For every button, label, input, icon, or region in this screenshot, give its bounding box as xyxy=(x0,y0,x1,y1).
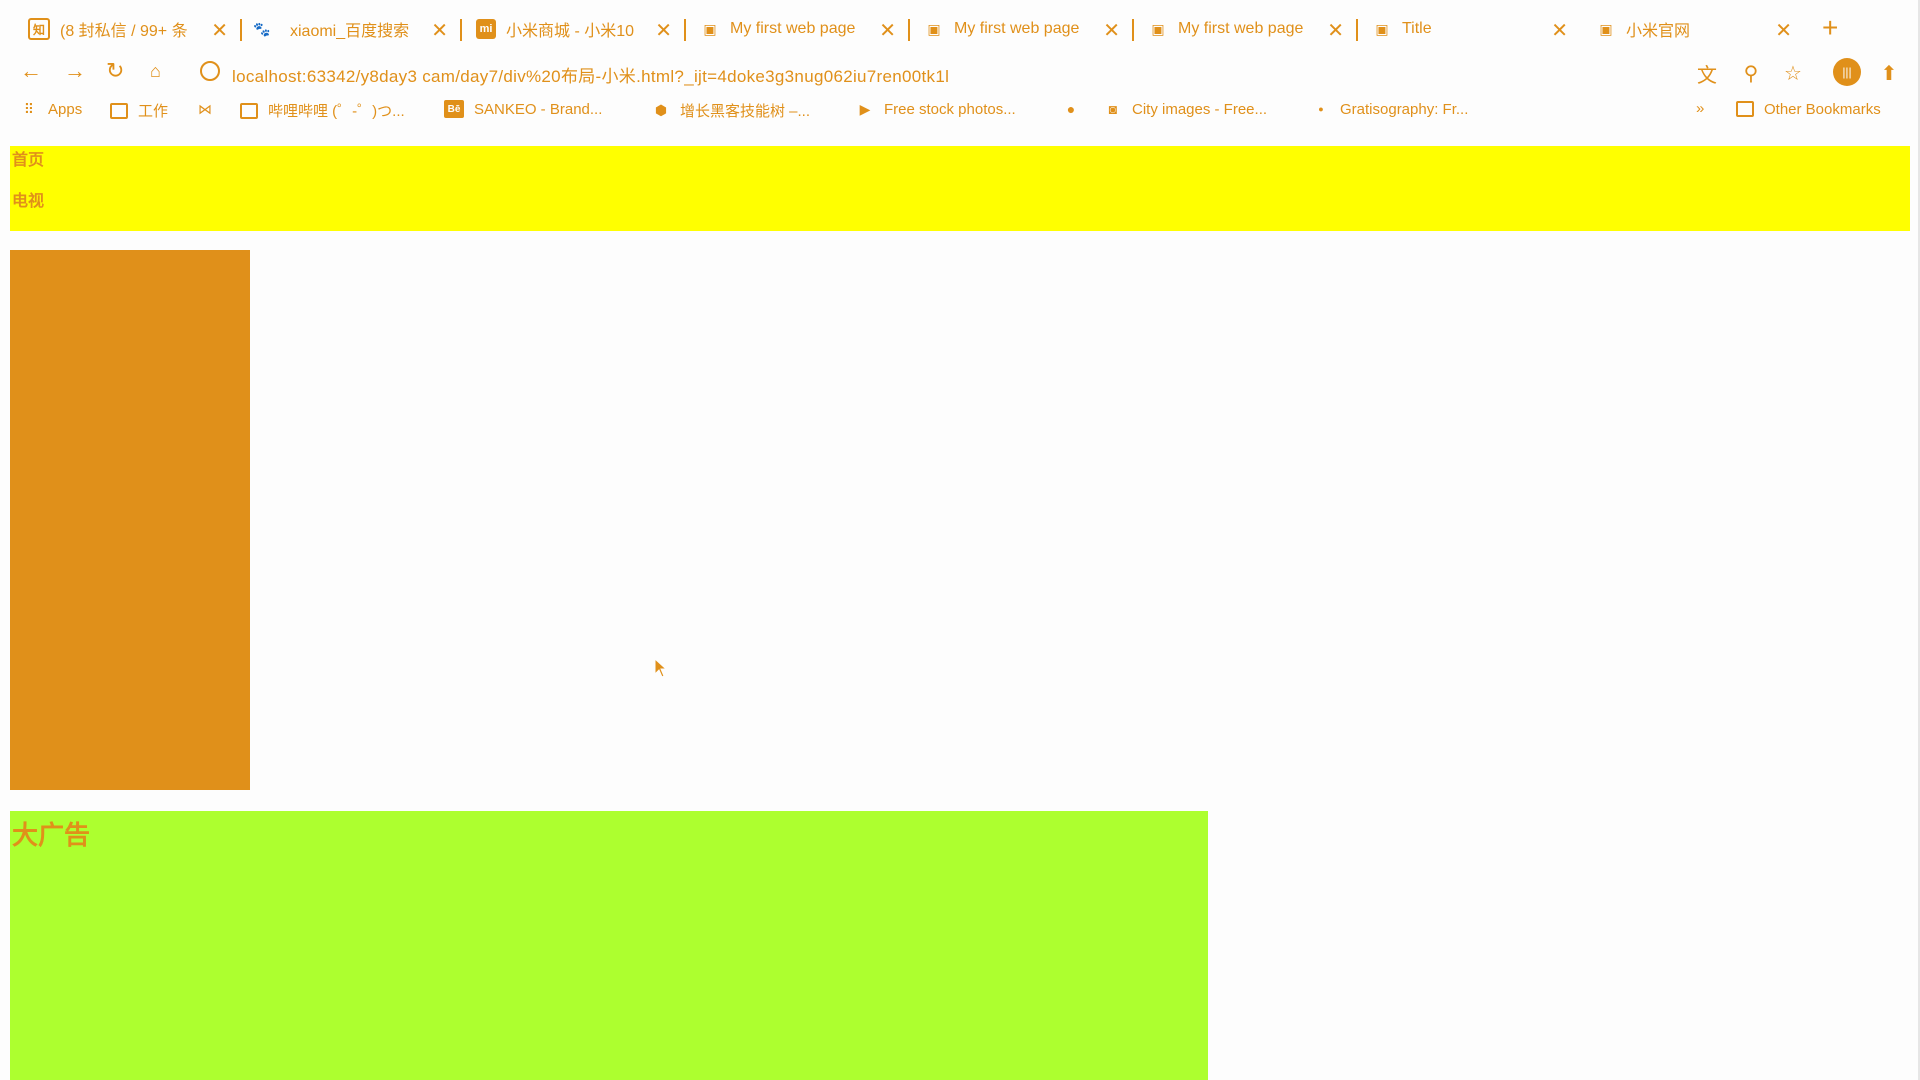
tab-divider xyxy=(1356,19,1358,41)
bookmark-label: Free stock photos... xyxy=(884,100,1016,118)
bookmark-globe[interactable]: ● xyxy=(1062,100,1090,118)
tab-my-first-web-page-2[interactable]: ▣ My first web page ✕ xyxy=(924,10,1134,48)
big-ad-title: 大广告 xyxy=(12,821,91,851)
site-info-icon[interactable] xyxy=(200,61,220,81)
bookmark-label: Other Bookmarks xyxy=(1764,100,1881,118)
nav-link-home[interactable]: 首页 xyxy=(12,150,44,170)
forward-icon[interactable]: → xyxy=(64,58,86,84)
tab-mi-store[interactable]: mi 小米商城 - 小米10 ✕ xyxy=(476,10,686,48)
bookmark-sankeo[interactable]: Bē SANKEO - Brand... xyxy=(444,100,602,118)
close-icon[interactable]: ✕ xyxy=(1103,18,1120,43)
bookmark-label: 哔哩哔哩 (゜-゜)つ... xyxy=(268,103,405,120)
page-icon: ▣ xyxy=(1599,20,1613,37)
tab-label: (8 封私信 / 99+ 条 xyxy=(60,23,188,40)
new-tab-button[interactable]: + xyxy=(1822,14,1838,42)
tab-my-first-web-page-3[interactable]: ▣ My first web page ✕ xyxy=(1148,10,1358,48)
page-icon: ▣ xyxy=(703,20,717,37)
bookmark-label: 增长黑客技能树 –... xyxy=(680,103,811,120)
profile-avatar-icon[interactable]: ||| xyxy=(1833,58,1861,86)
tab-strip: 知 (8 封私信 / 99+ 条 ✕ 🐾 xiaomi_百度搜索 ✕ mi 小米… xyxy=(0,0,1920,58)
close-icon[interactable]: ✕ xyxy=(211,18,228,43)
bookmark-free-stock-photos[interactable]: ▶ Free stock photos... xyxy=(856,100,1016,118)
bookmark-label: SANKEO - Brand... xyxy=(474,100,603,118)
tab-baidu[interactable]: 🐾 xiaomi_百度搜索 ✕ xyxy=(252,10,462,48)
play-box-icon: ▶ xyxy=(859,100,871,117)
globe-icon: ● xyxy=(1066,101,1076,117)
bookmark-bilibili[interactable]: 哔哩哔哩 (゜-゜)つ... xyxy=(240,100,405,121)
folder-icon xyxy=(1736,100,1754,118)
big-ad-block: 大广告 xyxy=(10,811,1208,1080)
hexagon-icon: ⬢ xyxy=(654,102,668,118)
bilibili-icon xyxy=(240,102,258,120)
tab-label: My first web page xyxy=(1178,20,1304,37)
behance-icon: Bē xyxy=(444,100,464,118)
bookmark-city-images[interactable]: ◙ City images - Free... xyxy=(1104,100,1267,118)
other-bookmarks[interactable]: Other Bookmarks xyxy=(1736,100,1881,118)
bookmark-apps[interactable]: ⠿ Apps xyxy=(20,100,82,118)
close-icon[interactable]: ✕ xyxy=(879,18,896,43)
reload-icon[interactable]: ↻ xyxy=(106,58,124,84)
tab-label: 小米商城 - 小米10 xyxy=(506,23,635,40)
back-icon[interactable]: ← xyxy=(20,58,42,84)
top-nav-bar: 首页 电视 xyxy=(10,146,1910,231)
page-icon: ▣ xyxy=(1151,20,1165,37)
bookmark-bowtie[interactable]: ⋈ xyxy=(196,100,224,118)
camera-icon: ◙ xyxy=(1108,101,1118,117)
tab-title[interactable]: ▣ Title ✕ xyxy=(1372,10,1568,48)
bookmarks-bar: ⠿ Apps 工作 ⋈ 哔哩哔哩 (゜-゜)つ... Bē SANKEO - B… xyxy=(0,98,1920,126)
tab-divider xyxy=(1132,19,1134,41)
address-bar[interactable]: localhost:63342/y8day3 cam/day7/div%20布局… xyxy=(232,62,949,87)
zoom-icon[interactable]: ⚲ xyxy=(1738,60,1764,86)
tab-label: My first web page xyxy=(730,20,856,37)
tab-divider xyxy=(240,19,242,41)
tab-divider xyxy=(460,19,462,41)
bookmark-work-folder[interactable]: 工作 xyxy=(110,100,168,121)
tab-xiaomi-official[interactable]: ▣ 小米官网 ✕ xyxy=(1596,10,1792,48)
zhihu-icon: 知 xyxy=(28,18,50,40)
tab-zhihu[interactable]: 知 (8 封私信 / 99+ 条 ✕ xyxy=(28,10,242,48)
tab-divider xyxy=(908,19,910,41)
bookmark-star-icon[interactable]: ☆ xyxy=(1780,60,1806,86)
apps-grid-icon: ⠿ xyxy=(23,100,35,117)
overflow-chevron-icon: » xyxy=(1696,100,1705,117)
bookmark-label: Apps xyxy=(48,100,83,118)
tab-label: 小米官网 xyxy=(1626,23,1691,40)
baidu-paw-icon: 🐾 xyxy=(253,20,271,37)
folder-icon xyxy=(110,102,128,120)
bookmark-growth-hacker[interactable]: ⬢ 增长黑客技能树 –... xyxy=(652,100,810,121)
close-icon[interactable]: ✕ xyxy=(1551,18,1568,43)
tab-my-first-web-page-1[interactable]: ▣ My first web page ✕ xyxy=(700,10,910,48)
page-icon: ▣ xyxy=(1375,20,1389,37)
translate-icon[interactable]: 文 xyxy=(1694,60,1720,87)
bookmark-gratisography[interactable]: ● Gratisography: Fr... xyxy=(1312,100,1468,118)
update-icon[interactable]: ⬆ xyxy=(1876,60,1902,86)
close-icon[interactable]: ✕ xyxy=(655,18,672,43)
tab-label: My first web page xyxy=(954,20,1080,37)
browser-toolbar: ← → ↻ ⌂ localhost:63342/y8day3 cam/day7/… xyxy=(0,54,1920,92)
nav-link-tv[interactable]: 电视 xyxy=(12,191,44,211)
sidebar-block xyxy=(10,250,250,790)
bookmark-label: Gratisography: Fr... xyxy=(1340,100,1469,118)
bookmark-label: City images - Free... xyxy=(1132,100,1268,118)
dot-icon: ● xyxy=(1318,104,1324,114)
page-icon: ▣ xyxy=(927,20,941,37)
close-icon[interactable]: ✕ xyxy=(1775,18,1792,43)
home-icon[interactable]: ⌂ xyxy=(150,58,161,84)
tab-label: Title xyxy=(1402,20,1432,37)
tab-divider xyxy=(684,19,686,41)
bowtie-icon: ⋈ xyxy=(198,100,212,117)
close-icon[interactable]: ✕ xyxy=(1327,18,1344,43)
bookmarks-overflow-button[interactable]: » xyxy=(1696,100,1704,117)
bookmark-label: 工作 xyxy=(138,103,169,120)
close-icon[interactable]: ✕ xyxy=(431,18,448,43)
tab-label: xiaomi_百度搜索 xyxy=(290,23,410,40)
mi-logo-icon: mi xyxy=(476,19,496,39)
